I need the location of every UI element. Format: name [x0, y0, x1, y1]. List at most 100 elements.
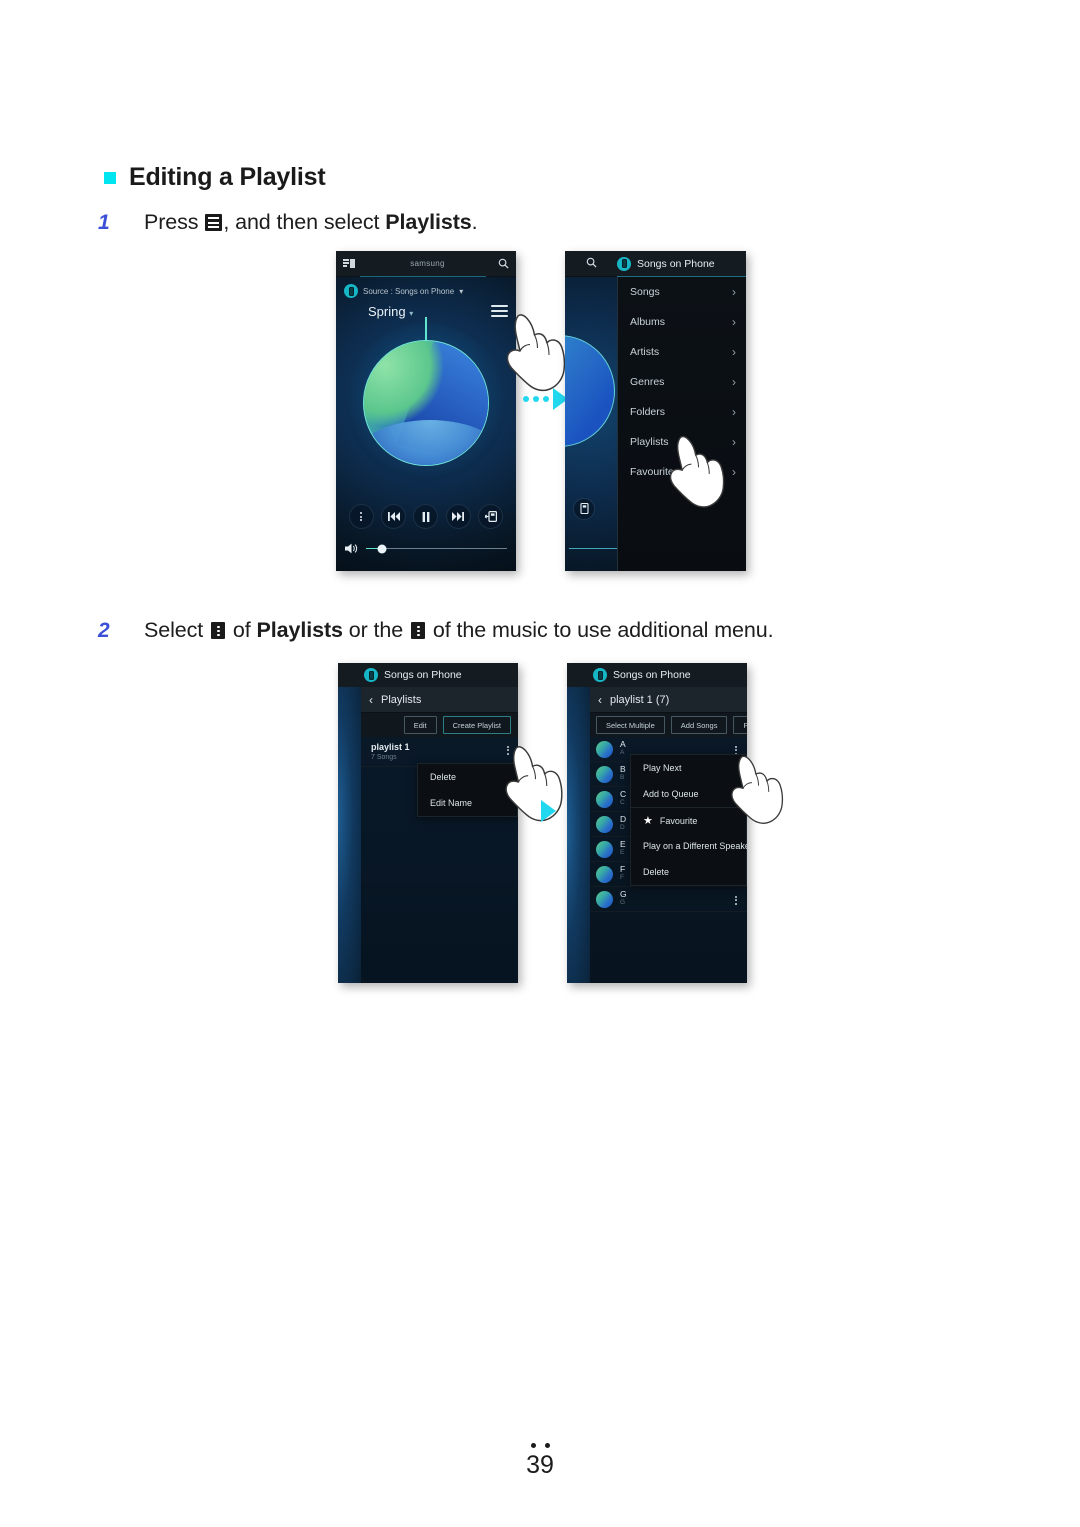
song-thumbnail	[596, 765, 613, 783]
chevron-right-icon: ›	[732, 465, 736, 479]
pause-button[interactable]	[413, 504, 439, 529]
create-playlist-button[interactable]: Create Playlist	[442, 716, 511, 734]
song-artist: F	[620, 874, 624, 882]
song-meta: B B	[620, 765, 626, 782]
volume-track[interactable]	[366, 544, 507, 553]
select-multiple-button[interactable]: Select Multiple	[596, 716, 665, 734]
search-icon[interactable]	[498, 258, 509, 269]
song-thumbnail	[596, 840, 613, 858]
step-2-mid: of	[227, 618, 257, 642]
song-caret-icon: ▾	[409, 309, 414, 318]
song-artist: C	[620, 799, 625, 807]
list-item-albums[interactable]: Albums ›	[618, 307, 746, 337]
playlists-subheader: ‹ Playlists	[361, 687, 518, 713]
section-heading: Editing a Playlist	[104, 163, 326, 192]
song-meta: A A	[620, 740, 626, 757]
library-list: Songs › Albums › Artists › Genres › Fold…	[617, 277, 746, 571]
step-1-bold: Playlists	[385, 210, 472, 234]
list-item-favourites[interactable]: Favourites ›	[618, 457, 746, 487]
current-song-title[interactable]: Spring ▾	[368, 304, 413, 319]
songs-topbar-title: Songs on Phone	[613, 669, 691, 681]
song-title-text: Spring	[368, 304, 406, 319]
now-playing-topbar: samsung	[336, 251, 516, 277]
step-1-text: Press , and then select Playlists.	[144, 210, 478, 235]
menu-item-play-on-different-speaker[interactable]: Play on a Different Speaker	[631, 833, 747, 859]
chevron-right-icon: ›	[732, 375, 736, 389]
volume-knob[interactable]	[377, 544, 386, 553]
hamburger-menu-icon	[205, 214, 223, 231]
chevron-right-icon: ›	[732, 315, 736, 329]
footer-dots	[0, 1443, 1080, 1448]
list-item-folders[interactable]: Folders ›	[618, 397, 746, 427]
kebab-menu-icon[interactable]	[735, 896, 737, 905]
list-item-label: Albums	[630, 316, 666, 328]
now-playing-title: samsung	[410, 259, 445, 268]
phone-device-icon	[593, 668, 607, 682]
playlist-name: playlist 1	[371, 742, 410, 752]
page-number: 39	[526, 1451, 554, 1479]
step-1-suffix: .	[471, 210, 478, 234]
phone-device-icon	[364, 668, 378, 682]
play-all-button[interactable]: Play All	[733, 716, 747, 734]
song-artist: A	[620, 749, 625, 757]
topbar-underline	[360, 275, 486, 277]
back-chevron-icon[interactable]: ‹	[598, 693, 602, 707]
add-songs-button[interactable]: Add Songs	[670, 716, 728, 734]
step-2-suffix: of the music to use additional menu.	[427, 618, 774, 642]
speaker-icon[interactable]	[345, 543, 358, 554]
menu-item-delete[interactable]: Delete	[418, 764, 517, 790]
playlists-topbar-title: Songs on Phone	[384, 669, 462, 681]
step-1: 1 Press , and then select Playlists.	[98, 210, 478, 235]
menu-item-favourite[interactable]: ★ Favourite	[631, 807, 746, 833]
next-track-button[interactable]	[445, 504, 471, 529]
edit-button[interactable]: Edit	[403, 716, 437, 734]
song-thumbnail	[596, 890, 613, 908]
previous-track-button[interactable]	[381, 504, 407, 529]
chevron-right-icon: ›	[732, 285, 736, 299]
menu-item-label: Favourite	[659, 815, 698, 826]
chevron-right-icon: ›	[732, 345, 736, 359]
volume-slider[interactable]	[345, 543, 507, 554]
song-artist: B	[620, 774, 625, 782]
phone-device-icon	[617, 256, 631, 271]
page-footer: 39	[0, 1443, 1080, 1480]
song-thumbnail	[596, 740, 613, 758]
song-thumbnail	[596, 790, 613, 808]
list-item-label: Favourites	[630, 466, 680, 478]
song-row[interactable]: G G	[590, 887, 747, 912]
more-options-button[interactable]	[348, 504, 374, 529]
list-item-artists[interactable]: Artists ›	[618, 337, 746, 367]
song-meta: F F	[620, 865, 625, 882]
kebab-menu-icon[interactable]	[507, 746, 509, 755]
list-item-playlists[interactable]: Playlists ›	[618, 427, 746, 457]
chevron-right-icon: ›	[732, 435, 736, 449]
menu-item-add-to-queue[interactable]: Add to Queue	[631, 781, 746, 807]
list-item-songs[interactable]: Songs ›	[618, 277, 746, 307]
hamburger-menu-icon[interactable]	[491, 305, 508, 320]
source-selector[interactable]: Source : Songs on Phone ▾	[344, 284, 463, 298]
more-options-button[interactable]	[573, 498, 595, 525]
add-to-playlist-button[interactable]	[478, 504, 504, 529]
search-icon[interactable]	[565, 257, 617, 271]
song-title: D	[620, 814, 627, 825]
back-chevron-icon[interactable]: ‹	[369, 693, 373, 707]
menu-item-edit-name[interactable]: Edit Name	[418, 790, 517, 816]
menu-item-play-next[interactable]: Play Next	[631, 755, 746, 781]
song-title: C	[620, 789, 627, 800]
song-title: B	[620, 764, 626, 775]
songs-subheader: ‹ playlist 1 (7)	[590, 687, 747, 713]
step-1-mid: , and then select	[223, 210, 386, 234]
song-artist: E	[620, 849, 625, 857]
playlists-subtitle: Playlists	[381, 693, 422, 706]
list-item-label: Artists	[630, 346, 660, 358]
list-item-genres[interactable]: Genres ›	[618, 367, 746, 397]
kebab-menu-icon	[211, 622, 226, 639]
flow-arrow-1	[523, 388, 568, 410]
song-meta: D D	[620, 815, 626, 832]
menu-item-delete[interactable]: Delete	[631, 859, 746, 885]
playlist-context-menu: Delete Edit Name	[417, 763, 518, 817]
step-1-number: 1	[98, 211, 110, 234]
cast-icon[interactable]	[343, 258, 357, 269]
star-icon: ★	[643, 815, 653, 827]
step-2: 2 Select of Playlists or the of the musi…	[98, 618, 774, 643]
